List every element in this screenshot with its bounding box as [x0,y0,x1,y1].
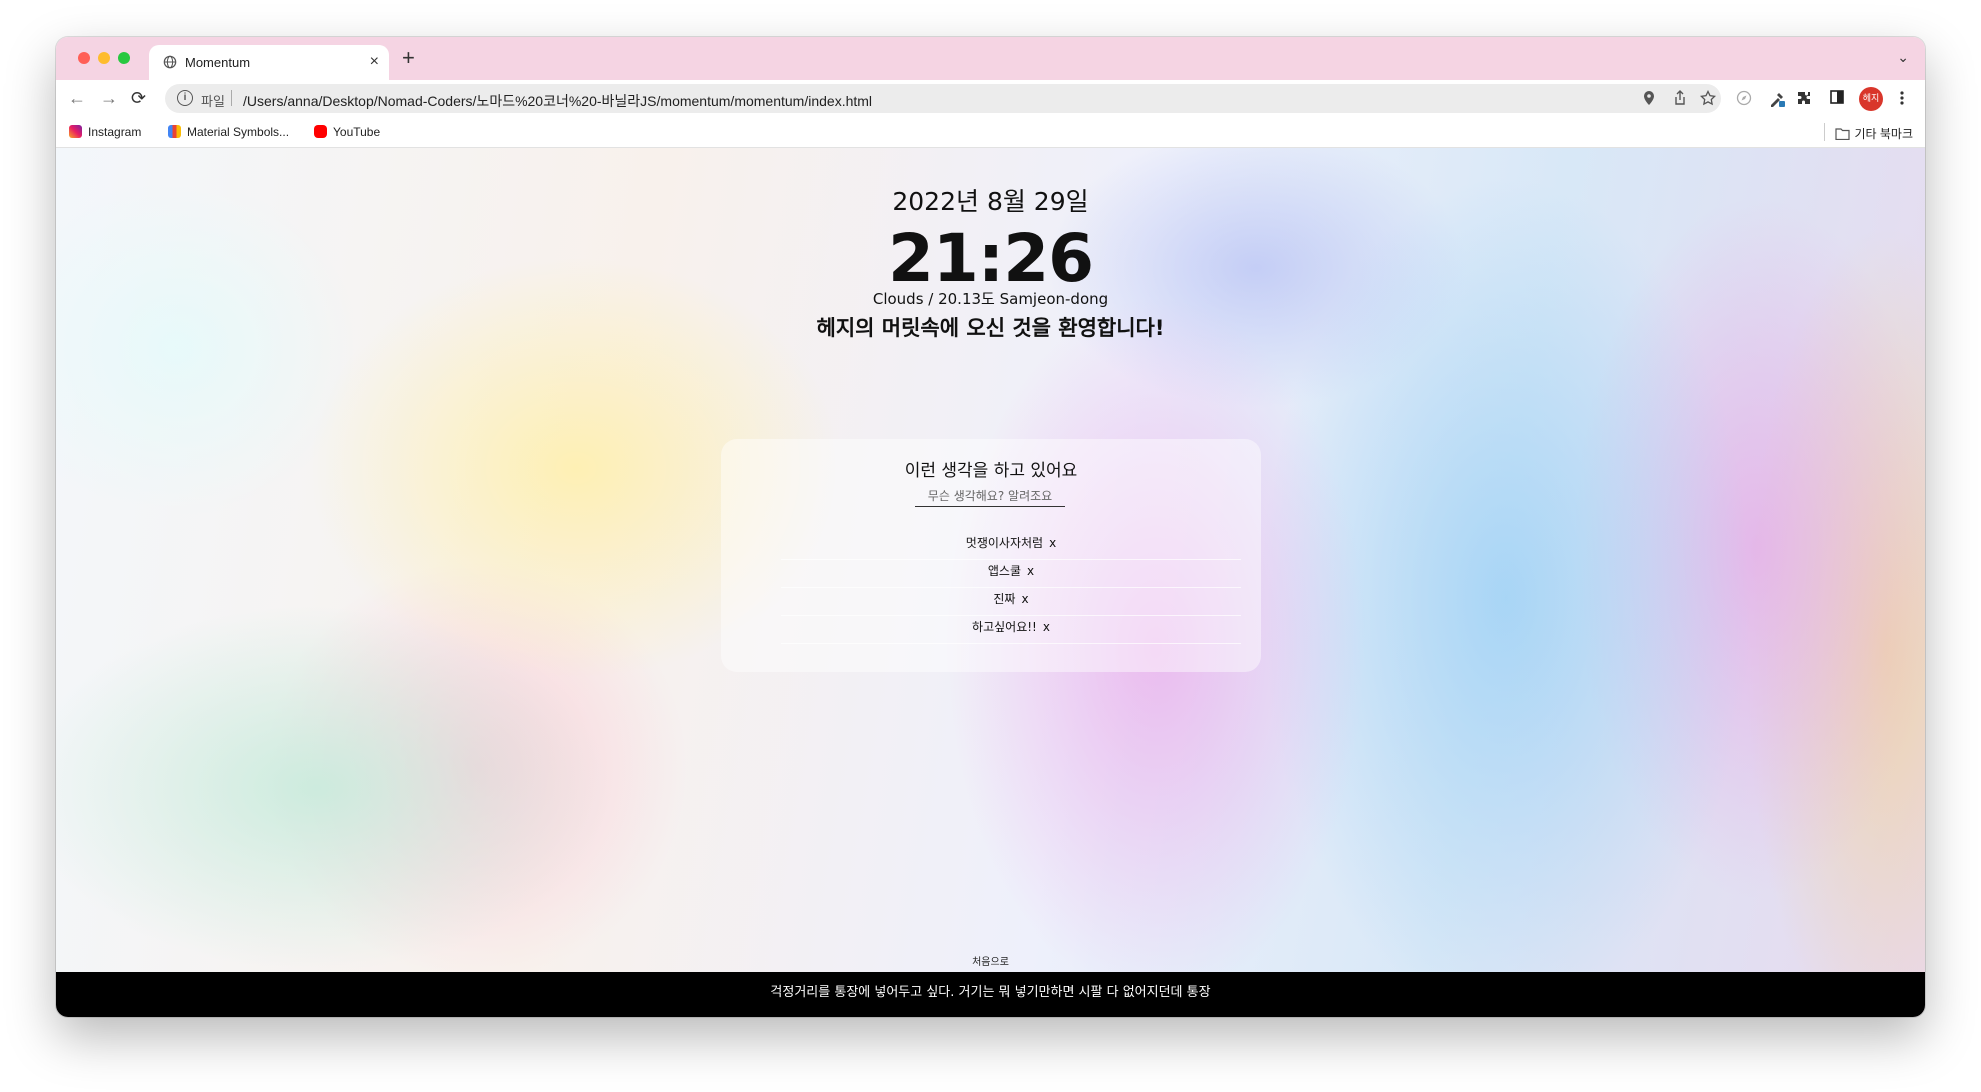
todo-title: 이런 생각을 하고 있어요 [904,461,1078,481]
bookmark-youtube[interactable]: YouTube [314,125,380,139]
close-window-button[interactable] [78,52,90,64]
tab-close-icon[interactable]: × [370,52,379,72]
todo-item: 멋쟁이사자처럼 x [781,532,1241,560]
weather-info: Clouds / 20.13도 Samjeon-dong [872,290,1109,308]
folder-icon [1835,128,1851,141]
address-bar[interactable]: i 파일 /Users/anna/Desktop/Nomad-Coders/노마… [165,84,1721,113]
bookmark-label: YouTube [333,125,381,139]
kebab-menu-icon[interactable] [1899,90,1905,106]
todo-item-text: 하고싶어요!! [972,620,1037,634]
greeting: 헤지의 머릿속에 오신 것을 환영합니다! [816,316,1165,340]
reload-button[interactable]: ⟳ [131,88,146,108]
bookmarks-divider [1824,123,1825,141]
todo-list: 멋쟁이사자처럼 x 앱스쿨 x 진짜 x 하고싶어요!! x [781,532,1241,644]
todo-delete-button[interactable]: x [1049,536,1056,550]
puzzle-extensions-icon[interactable] [1796,90,1812,106]
restart-link[interactable]: 처음으로 [56,953,1925,968]
back-button[interactable]: ← [68,88,86,108]
todo-delete-button[interactable]: x [1027,564,1034,578]
globe-icon [163,55,177,69]
tab-momentum[interactable]: Momentum × [149,45,389,80]
todo-item-text: 앱스쿨 [987,564,1021,578]
todo-input[interactable] [915,486,1065,507]
todo-item: 하고싶어요!! x [781,616,1241,644]
todo-item-text: 멋쟁이사자처럼 [965,536,1044,550]
browser-window: Momentum × + ⌄ ← → ⟳ i 파일 /Users/anna/De… [56,37,1925,1017]
other-bookmarks-folder[interactable]: 기타 북마크 [1835,125,1913,142]
eyedropper-extension-icon[interactable] [1768,90,1786,108]
todo-item: 진짜 x [781,588,1241,616]
material-symbols-icon [168,125,181,138]
page-viewport: 2022년 8월 29일 21:26 Clouds / 20.13도 Samje… [56,148,1925,1017]
todo-delete-button[interactable]: x [1043,620,1050,634]
bookmark-material-symbols[interactable]: Material Symbols... [168,125,289,139]
youtube-icon [314,125,327,138]
instagram-icon [69,125,82,138]
tab-search-chevron-icon[interactable]: ⌄ [1897,49,1909,66]
omnibox-divider [231,90,232,106]
forward-button[interactable]: → [100,88,118,108]
clock: 21:26 [887,220,1094,297]
url-text[interactable]: /Users/anna/Desktop/Nomad-Coders/노마드%20코… [243,91,872,111]
new-tab-button[interactable]: + [402,46,415,70]
quote-text: 걱정거리를 통장에 넣어두고 싶다. 거기는 뭐 넣기만하면 시팔 다 없어지던… [770,985,1211,1000]
tab-strip: Momentum × + ⌄ [56,37,1925,80]
bookmark-star-icon[interactable] [1700,90,1716,106]
bookmark-label: Material Symbols... [187,125,290,139]
bookmark-label: Instagram [88,125,142,139]
date-display: 2022년 8월 29일 [892,187,1089,216]
browser-toolbar: ← → ⟳ i 파일 /Users/anna/Desktop/Nomad-Cod… [56,80,1925,117]
minimize-window-button[interactable] [98,52,110,64]
other-bookmarks-label: 기타 북마크 [1854,127,1913,141]
side-panel-icon[interactable] [1830,90,1844,104]
site-info-icon[interactable]: i [177,90,193,106]
share-icon[interactable] [1673,90,1687,106]
todo-item-text: 진짜 [993,592,1016,606]
url-scheme-label: 파일 [201,94,225,109]
todo-item: 앱스쿨 x [781,560,1241,588]
maximize-window-button[interactable] [118,52,130,64]
bookmarks-bar: Instagram Material Symbols... YouTube 기타… [56,117,1925,148]
quote-footer: 걱정거리를 통장에 넣어두고 싶다. 거기는 뭐 넣기만하면 시팔 다 없어지던… [56,972,1925,1017]
todo-delete-button[interactable]: x [1021,592,1028,606]
tab-title: Momentum [185,55,251,70]
profile-avatar[interactable]: 헤지 [1859,87,1883,111]
bookmark-instagram[interactable]: Instagram [69,125,141,139]
compass-extension-icon[interactable] [1736,90,1752,106]
todo-card: 이런 생각을 하고 있어요 멋쟁이사자처럼x 앱스쿨x 진짜x 하고싶어요!!x [721,439,1261,672]
location-pin-icon[interactable] [1642,90,1656,106]
